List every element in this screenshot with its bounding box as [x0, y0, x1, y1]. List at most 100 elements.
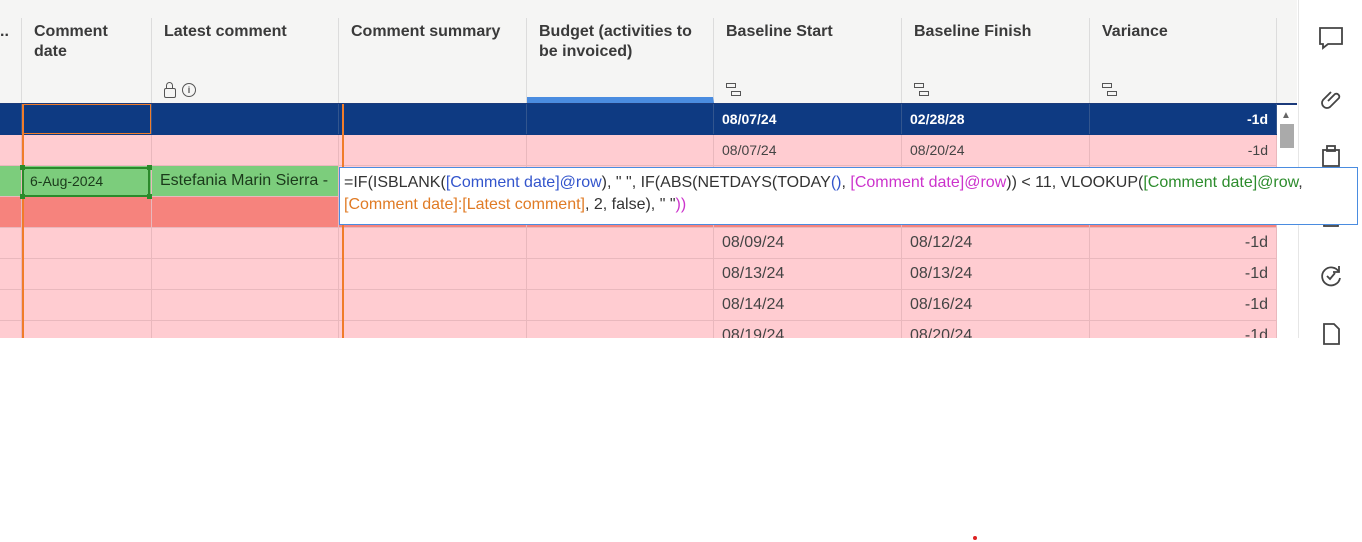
- cell-latest-comment[interactable]: [152, 104, 339, 134]
- formula-token: ), " ", IF(: [601, 174, 661, 191]
- table-row[interactable]: 08/14/24 08/16/24 -1d: [0, 290, 1277, 321]
- cell-baseline-start[interactable]: 08/14/24: [714, 290, 902, 320]
- row-cell-truncated[interactable]: [0, 135, 22, 165]
- activity-icon[interactable]: [1317, 262, 1345, 290]
- cell-budget[interactable]: [527, 259, 714, 289]
- cell-variance[interactable]: -1d: [1090, 228, 1277, 258]
- column-header-label: Latest comment: [164, 23, 287, 40]
- formula-token: ,: [1298, 174, 1303, 191]
- table-row-parent[interactable]: 08/07/24 02/28/28 -1d: [0, 104, 1277, 135]
- formula-token: )): [675, 196, 687, 213]
- cell-baseline-start[interactable]: 08/19/24: [714, 321, 902, 338]
- cell-comment-date[interactable]: [22, 135, 152, 165]
- cell-budget[interactable]: [527, 104, 714, 134]
- column-header-label: Baseline Start: [726, 23, 833, 40]
- row-cell-truncated[interactable]: [0, 259, 22, 289]
- row-cell-truncated[interactable]: [0, 321, 22, 338]
- cell-budget[interactable]: [527, 135, 714, 165]
- clipboard-icon[interactable]: [1317, 142, 1345, 170]
- column-header-row: .. Comment date Latest comment i Comment…: [0, 0, 1297, 105]
- vertical-scrollbar-thumb[interactable]: [1280, 124, 1294, 148]
- cell-comment-date[interactable]: [22, 259, 152, 289]
- cell-latest-comment[interactable]: Estefania Marin Sierra -: [152, 166, 339, 196]
- column-header-label: Comment date: [34, 23, 108, 60]
- publish-icon[interactable]: [1317, 320, 1345, 348]
- cell-baseline-finish[interactable]: 08/20/24: [902, 135, 1090, 165]
- cell-comment-summary[interactable]: [339, 104, 527, 134]
- cell-comment-summary[interactable]: [339, 259, 527, 289]
- cell-comment-summary[interactable]: [339, 321, 527, 338]
- row-cell-truncated[interactable]: [0, 166, 22, 196]
- cell-comment-date[interactable]: [22, 290, 152, 320]
- formula-token: =IF(ISBLANK(: [344, 174, 446, 191]
- cell-baseline-finish[interactable]: 08/13/24: [902, 259, 1090, 289]
- cell-baseline-start[interactable]: 08/07/24: [714, 104, 902, 134]
- row-cell-truncated[interactable]: [0, 290, 22, 320]
- cell-baseline-finish[interactable]: 08/16/24: [902, 290, 1090, 320]
- cell-baseline-finish[interactable]: 08/12/24: [902, 228, 1090, 258]
- hierarchy-icon: [726, 83, 742, 97]
- column-header-variance[interactable]: Variance: [1090, 18, 1277, 103]
- selection-handle[interactable]: [20, 194, 25, 199]
- column-header-baseline-finish[interactable]: Baseline Finish: [902, 18, 1090, 103]
- column-header-comment-summary[interactable]: Comment summary: [339, 18, 527, 103]
- cell-comment-date[interactable]: [22, 321, 152, 338]
- scroll-up-arrow[interactable]: ▲: [1281, 110, 1291, 121]
- cell-variance[interactable]: -1d: [1090, 135, 1277, 165]
- cell-variance[interactable]: -1d: [1090, 290, 1277, 320]
- formula-editor[interactable]: =IF(ISBLANK([Comment date]@row), " ", IF…: [339, 167, 1358, 225]
- cell-comment-summary[interactable]: [339, 135, 527, 165]
- column-header-baseline-start[interactable]: Baseline Start: [714, 18, 902, 103]
- cell-latest-comment[interactable]: [152, 259, 339, 289]
- cell-latest-comment[interactable]: [152, 197, 339, 227]
- cell-variance[interactable]: -1d: [1090, 104, 1277, 134]
- cell-baseline-finish[interactable]: 08/20/24: [902, 321, 1090, 338]
- comment-icon[interactable]: [1317, 24, 1345, 52]
- cell-comment-summary[interactable]: [339, 290, 527, 320]
- cell-baseline-finish[interactable]: 02/28/28: [902, 104, 1090, 134]
- row-cell-truncated[interactable]: [0, 197, 22, 227]
- column-header-budget[interactable]: Budget (activities to be invoiced): [527, 18, 714, 103]
- selection-handle[interactable]: [147, 194, 152, 199]
- formula-token: (NETDAYS(TODAY: [692, 174, 831, 191]
- table-row[interactable]: 08/19/24 08/20/24 -1d: [0, 321, 1277, 338]
- cell-comment-summary[interactable]: [339, 228, 527, 258]
- cell-baseline-start[interactable]: 08/07/24: [714, 135, 902, 165]
- cell-latest-comment[interactable]: [152, 321, 339, 338]
- cell-budget[interactable]: [527, 228, 714, 258]
- cell-latest-comment[interactable]: [152, 135, 339, 165]
- formula-ref: [Comment date]:[Latest comment]: [344, 196, 585, 213]
- cell-variance[interactable]: -1d: [1090, 321, 1277, 338]
- selection-handle[interactable]: [147, 165, 152, 170]
- formula-ref: [Comment date]@row: [1143, 174, 1299, 191]
- cell-baseline-start[interactable]: 08/09/24: [714, 228, 902, 258]
- hierarchy-icon: [1102, 83, 1118, 97]
- hierarchy-icon: [914, 83, 930, 97]
- row-cell-truncated[interactable]: [0, 104, 22, 134]
- attachment-icon[interactable]: [1317, 84, 1345, 112]
- row-cell-truncated[interactable]: [0, 228, 22, 258]
- lock-icon: [164, 82, 176, 98]
- formula-ref: [Comment date]@row: [850, 174, 1007, 191]
- cell-variance[interactable]: -1d: [1090, 259, 1277, 289]
- formula-token: , 2, false), " ": [585, 196, 676, 213]
- info-icon[interactable]: i: [182, 83, 196, 97]
- cell-comment-date[interactable]: [22, 197, 152, 227]
- formula-ref: [Comment date]@row: [445, 174, 602, 191]
- column-header-truncated[interactable]: ..: [0, 18, 22, 103]
- table-row[interactable]: 08/09/24 08/12/24 -1d: [0, 228, 1277, 259]
- cell-latest-comment[interactable]: [152, 290, 339, 320]
- active-cell-outline: [22, 167, 150, 197]
- cell-budget[interactable]: [527, 321, 714, 338]
- table-row[interactable]: 08/07/24 08/20/24 -1d: [0, 135, 1277, 166]
- cell-comment-date[interactable]: [22, 228, 152, 258]
- selection-handle[interactable]: [20, 165, 25, 170]
- formula-token: (): [830, 174, 842, 191]
- cell-budget[interactable]: [527, 290, 714, 320]
- cell-baseline-start[interactable]: 08/13/24: [714, 259, 902, 289]
- table-row[interactable]: 08/13/24 08/13/24 -1d: [0, 259, 1277, 290]
- column-header-comment-date[interactable]: Comment date: [22, 18, 152, 103]
- column-header-label: Baseline Finish: [914, 23, 1032, 40]
- cell-latest-comment[interactable]: [152, 228, 339, 258]
- column-header-latest-comment[interactable]: Latest comment i: [152, 18, 339, 103]
